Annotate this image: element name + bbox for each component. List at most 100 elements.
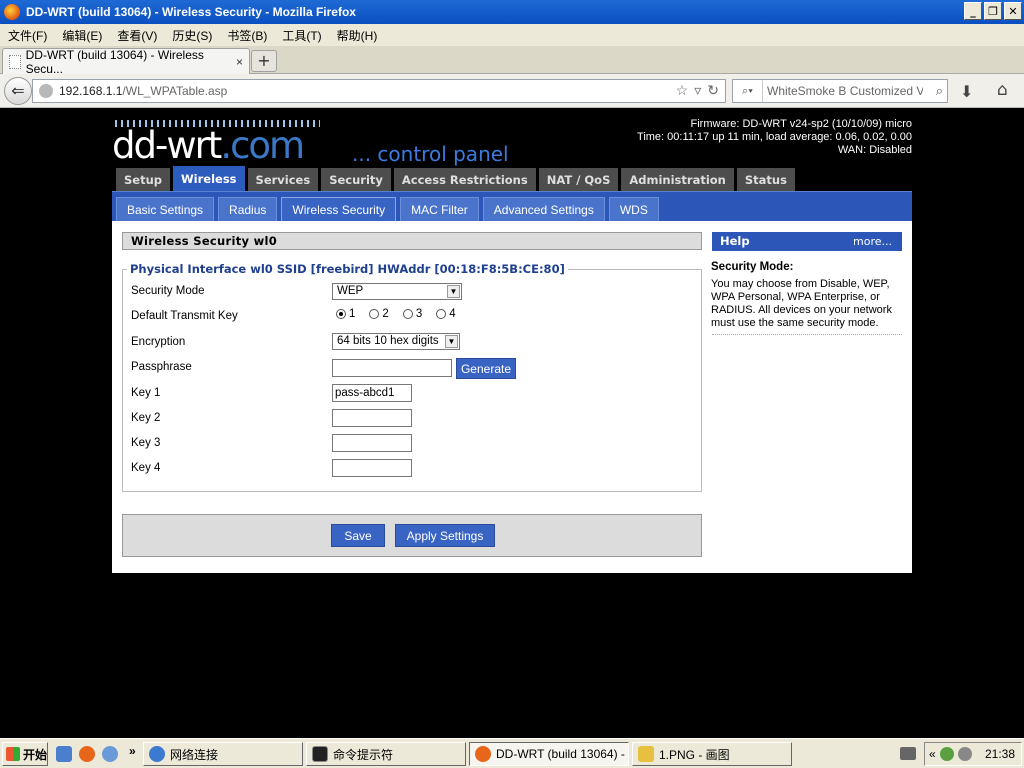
tab-administration[interactable]: Administration [621,168,734,192]
help-divider [712,334,902,335]
subtab-basic-settings[interactable]: Basic Settings [116,197,215,222]
tab-nat-qos[interactable]: NAT / QoS [538,168,619,192]
tab-label: DD-WRT (build 13064) - Wireless Secu... [25,47,204,76]
subtab-wds[interactable]: WDS [608,197,659,222]
clock[interactable]: 21:38 [985,747,1015,761]
ddwrt-logo: dd-wrt.com [112,124,305,167]
generate-button[interactable]: Generate [456,358,516,379]
key-radio-2[interactable]: 2 [369,308,389,320]
subtab-advanced-settings[interactable]: Advanced Settings [482,197,605,222]
firefox-quicklaunch-icon[interactable] [79,746,95,762]
default-key-label: Default Transmit Key [131,310,238,322]
nvidia-icon[interactable] [939,747,954,761]
window-title: DD-WRT (build 13064) - Wireless Security… [26,5,356,19]
restore-button[interactable]: ❐ [984,2,1002,20]
help-more-link[interactable]: more... [853,232,892,251]
download-icon[interactable]: ⬇ [960,82,973,101]
chevron-down-icon: ▼ [445,335,458,348]
show-desktop-icon[interactable] [56,746,72,762]
window-controls: _ ❐ ✕ [964,2,1022,20]
radio-icon [402,309,413,319]
tab-services[interactable]: Services [247,168,319,192]
key4-input[interactable] [332,459,412,477]
menu-file[interactable]: 文件(F) [8,27,47,44]
key-radio-3[interactable]: 3 [402,308,422,320]
radio-icon [369,309,380,319]
key-radio-4[interactable]: 4 [436,308,456,320]
new-tab-button[interactable]: + [251,50,277,72]
home-icon[interactable]: ⌂ [997,80,1008,100]
menu-help[interactable]: 帮助(H) [337,27,378,44]
tab-access-restrictions[interactable]: Access Restrictions [393,168,536,192]
key1-label: Key 1 [131,387,161,399]
browser-tab[interactable]: DD-WRT (build 13064) - Wireless Secu... … [2,47,250,76]
firmware-info: Firmware: DD-WRT v24-sp2 (10/10/09) micr… [637,118,912,157]
logo-com: .com [220,124,305,167]
subtab-radius[interactable]: Radius [218,197,278,222]
bookmark-star-icon[interactable]: ☆ [676,82,689,99]
taskbar-item-cmd[interactable]: 命令提示符 [306,742,466,766]
tab-status[interactable]: Status [736,168,795,192]
key1-input[interactable]: pass-abcd1 [332,384,412,402]
chevron-down-icon: ▼ [447,285,460,298]
tab-close-icon[interactable]: × [236,55,243,69]
search-engine-icon[interactable]: ⌕▾ [733,80,763,102]
logo-main: dd-wrt [112,124,222,167]
quicklaunch-chevron[interactable]: » [129,744,136,758]
tray-app-icon[interactable] [957,747,972,761]
key3-label: Key 3 [131,437,161,449]
apply-settings-button[interactable]: Apply Settings [395,524,495,547]
key-radio-label: 4 [449,308,456,320]
security-mode-select[interactable]: WEP ▼ [332,283,462,300]
taskbar-item-firefox[interactable]: DD-WRT (build 13064) - ... [469,742,629,766]
help-text: You may choose from Disable, WEP, WPA Pe… [711,278,892,329]
save-button[interactable]: Save [331,524,385,547]
main-tabs: Setup Wireless Services Security Access … [112,166,912,192]
search-icon[interactable]: ⌕ [936,83,943,99]
key2-input[interactable] [332,409,412,427]
tab-setup[interactable]: Setup [116,168,170,192]
menu-view[interactable]: 查看(V) [117,27,157,44]
site-identity-icon[interactable] [39,84,53,98]
url-bar[interactable]: 192.168.1.1/WL_WPATable.asp ☆ ▿ ↻ [32,79,726,103]
network-quicklaunch-icon[interactable] [102,746,118,762]
menu-tools[interactable]: 工具(T) [282,27,321,44]
minimize-button[interactable]: _ [964,2,982,20]
tray-expand-chevron[interactable]: « [929,747,936,761]
subtab-mac-filter[interactable]: MAC Filter [400,197,479,222]
key2-label: Key 2 [131,412,161,424]
tab-security[interactable]: Security [321,168,391,192]
close-button[interactable]: ✕ [1004,2,1022,20]
tab-bar: DD-WRT (build 13064) - Wireless Secu... … [0,46,1024,76]
taskbar-item-paint[interactable]: 1.PNG - 画图 [632,742,792,766]
reload-icon[interactable]: ↻ [707,82,719,99]
key3-input[interactable] [332,434,412,452]
start-label: 开始 [23,747,48,762]
paint-icon [638,746,654,762]
passphrase-input[interactable] [332,359,452,377]
security-mode-value: WEP [337,285,364,297]
search-box[interactable]: ⌕▾ WhiteSmoke B Customized V ⌕ [732,79,948,103]
key-radio-1[interactable]: 1 [336,308,355,320]
menu-bar: 文件(F) 编辑(E) 查看(V) 历史(S) 书签(B) 工具(T) 帮助(H… [0,24,1024,46]
help-title: Security Mode: [711,261,794,273]
radio-checked-icon [336,309,346,319]
menu-edit[interactable]: 编辑(E) [62,27,102,44]
menu-history[interactable]: 历史(S) [172,27,212,44]
url-path: /WL_WPATable.asp [122,84,228,98]
subtab-wireless-security[interactable]: Wireless Security [281,197,397,222]
keyboard-icon[interactable] [900,747,916,760]
passphrase-label: Passphrase [131,361,192,373]
security-mode-label: Security Mode [131,285,205,297]
taskbar-item-network[interactable]: 网络连接 [143,742,303,766]
firefox-icon [475,746,491,762]
radio-icon [436,309,447,319]
menu-bookmarks[interactable]: 书签(B) [227,27,267,44]
start-button[interactable]: 开始 [2,742,48,766]
tab-wireless[interactable]: Wireless [173,166,245,192]
dropdown-arrow-icon[interactable]: ▿ [694,82,701,99]
encryption-select[interactable]: 64 bits 10 hex digits ▼ [332,333,460,350]
taskbar: 开始 » 网络连接 命令提示符 DD-WRT (build 13064) - .… [0,738,1024,768]
key-radio-label: 1 [349,308,356,320]
back-button[interactable]: ⇐ [4,77,32,105]
